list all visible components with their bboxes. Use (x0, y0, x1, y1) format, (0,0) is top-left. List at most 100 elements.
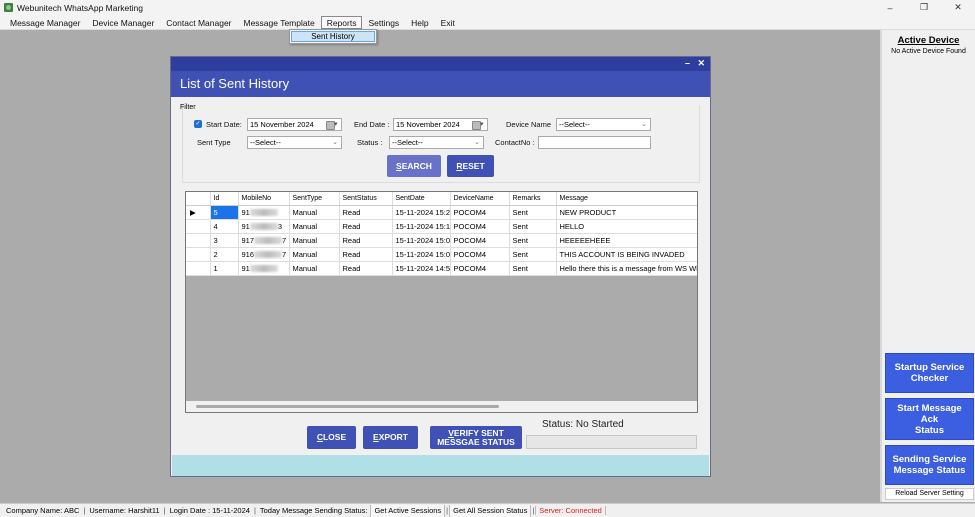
dialog-close-icon[interactable]: ✕ (697, 58, 705, 69)
cell-mobileno[interactable]: 91 (238, 205, 290, 220)
cell-message[interactable]: NEW PRODUCT (556, 205, 697, 220)
menu-item-sent-history[interactable]: Sent History (291, 31, 375, 42)
cell-message[interactable]: THIS ACCOUNT IS BEING INVADED (556, 247, 697, 262)
menu-help[interactable]: Help (405, 16, 434, 29)
cell-remarks[interactable]: Sent (509, 233, 557, 248)
cell-senttype[interactable]: Manual (289, 261, 340, 276)
table-row[interactable]: 2 916 7 Manual Read 15-11-2024 15:06 POCOM4 Sen… (186, 247, 697, 262)
cell-mobileno[interactable]: 917 7 (238, 233, 290, 248)
cell-devicename[interactable]: POCOM4 (450, 247, 510, 262)
cell-id[interactable]: 5 (210, 205, 239, 220)
cell-message[interactable]: HEEEEEHEEE (556, 233, 697, 248)
column-header-devicename[interactable]: DeviceName (450, 192, 510, 206)
cell-devicename[interactable]: POCOM4 (450, 205, 510, 220)
column-header-sentdate[interactable]: SentDate (392, 192, 451, 206)
cell-id[interactable]: 4 (210, 219, 239, 234)
search-button[interactable]: SEARCH (387, 155, 441, 177)
cell-message[interactable]: HELLO (556, 219, 697, 234)
cell-remarks[interactable]: Sent (509, 261, 557, 276)
cell-senttype[interactable]: Manual (289, 233, 340, 248)
cell-remarks[interactable]: Sent (509, 205, 557, 220)
cell-devicename[interactable]: POCOM4 (450, 261, 510, 276)
table-row[interactable]: 1 91 Manual Read 15-11-2024 14:59 POCOM4 Sent H… (186, 261, 697, 276)
row-header[interactable]: ▶ (186, 205, 211, 220)
cell-senttype[interactable]: Manual (289, 219, 340, 234)
start-message-ack-status-button[interactable]: Start Message Ack Status (885, 398, 974, 440)
horizontal-scrollbar[interactable] (186, 401, 697, 412)
cell-id[interactable]: 2 (210, 247, 239, 262)
table-row[interactable]: ▶ 5 91 Manual Read 15-11-2024 15:21 POCOM4 Sent… (186, 205, 697, 220)
get-active-sessions-button[interactable]: Get Active Sessions (370, 504, 446, 517)
dialog-minimize-button[interactable]: – (685, 58, 690, 68)
verify-sent-message-status-button[interactable]: VERIFY SENT MESSGAE STATUS (430, 426, 522, 449)
cell-mobileno[interactable]: 916 7 (238, 247, 290, 262)
end-date-picker[interactable]: 15 November 2024 (393, 118, 488, 131)
reload-server-setting-button[interactable]: Reload Server Setting (885, 488, 974, 500)
export-button[interactable]: EXPORT (363, 426, 418, 449)
app-title: Webunitech WhatsApp Marketing (17, 2, 143, 13)
cell-sentstatus[interactable]: Read (339, 261, 393, 276)
menu-message-template[interactable]: Message Template (238, 16, 321, 29)
cell-devicename[interactable]: POCOM4 (450, 219, 510, 234)
column-header-senttype[interactable]: SentType (289, 192, 340, 206)
row-header[interactable] (186, 261, 211, 276)
table-row[interactable]: 3 917 7 Manual Read 15-11-2024 15:09 POCOM4 Sen… (186, 233, 697, 248)
row-header[interactable] (186, 219, 211, 234)
get-all-session-status-button[interactable]: Get All Session Status (449, 504, 532, 517)
start-date-checkbox[interactable]: ✓ (194, 120, 202, 128)
cell-senttype[interactable]: Manual (289, 247, 340, 262)
cell-remarks[interactable]: Sent (509, 219, 557, 234)
cell-sentdate[interactable]: 15-11-2024 15:11 (392, 219, 451, 234)
table-row[interactable]: 4 91 3 Manual Read 15-11-2024 15:11 POCOM4 Sent… (186, 219, 697, 234)
column-header-id[interactable]: Id (210, 192, 239, 206)
cell-mobileno[interactable]: 91 3 (238, 219, 290, 234)
close-window-button[interactable]: ✕ (941, 0, 975, 15)
device-name-select[interactable]: --Select-- ⌄ (556, 118, 651, 131)
status-select[interactable]: --Select-- ⌄ (389, 136, 484, 149)
row-header[interactable] (186, 247, 211, 262)
cell-sentdate[interactable]: 15-11-2024 15:06 (392, 247, 451, 262)
reset-button[interactable]: RESET (447, 155, 494, 177)
status-text: Status: No Started (542, 419, 624, 430)
cell-sentstatus[interactable]: Read (339, 219, 393, 234)
cell-sentdate[interactable]: 15-11-2024 15:09 (392, 233, 451, 248)
menu-reports[interactable]: Reports (320, 15, 363, 29)
cell-message[interactable]: Hello there this is a message from WS Wh… (556, 261, 697, 276)
menu-contact-manager[interactable]: Contact Manager (160, 16, 237, 29)
grid-header-row: Id MobileNo SentType SentStatus SentDate… (186, 192, 697, 206)
minimize-button[interactable]: – (873, 0, 907, 15)
maximize-button[interactable]: ❐ (907, 0, 941, 15)
cell-sentstatus[interactable]: Read (339, 233, 393, 248)
menu-settings[interactable]: Settings (362, 16, 405, 29)
cell-id[interactable]: 1 (210, 261, 239, 276)
row-header[interactable] (186, 233, 211, 248)
cell-devicename[interactable]: POCOM4 (450, 233, 510, 248)
cell-remarks[interactable]: Sent (509, 247, 557, 262)
chevron-down-icon: ⌄ (641, 121, 647, 128)
start-date-picker[interactable]: 15 November 2024 (247, 118, 342, 131)
menu-exit[interactable]: Exit (435, 16, 461, 29)
app-logo-icon (4, 3, 13, 12)
cell-sentdate[interactable]: 15-11-2024 15:21 (392, 205, 451, 220)
column-header-sentstatus[interactable]: SentStatus (339, 192, 393, 206)
cell-mobileno[interactable]: 91 (238, 261, 290, 276)
column-header-mobileno[interactable]: MobileNo (238, 192, 290, 206)
cell-sentdate[interactable]: 15-11-2024 14:59 (392, 261, 451, 276)
startup-service-checker-button[interactable]: Startup Service Checker (885, 353, 974, 393)
scrollbar-thumb[interactable] (196, 405, 499, 408)
column-header-remarks[interactable]: Remarks (509, 192, 557, 206)
cell-sentstatus[interactable]: Read (339, 205, 393, 220)
menu-message-manager[interactable]: Message Manager (4, 16, 86, 29)
cell-senttype[interactable]: Manual (289, 205, 340, 220)
sent-history-grid[interactable]: Id MobileNo SentType SentStatus SentDate… (185, 191, 698, 413)
contact-no-input[interactable] (538, 136, 651, 149)
cell-id[interactable]: 3 (210, 233, 239, 248)
mobile-prefix: 917 (241, 235, 255, 245)
close-button[interactable]: CLOSE (307, 426, 356, 449)
cell-sentstatus[interactable]: Read (339, 247, 393, 262)
column-header-message[interactable]: Message (556, 192, 697, 206)
sending-service-message-status-button[interactable]: Sending Service Message Status (885, 445, 974, 485)
menu-device-manager[interactable]: Device Manager (86, 16, 160, 29)
sent-type-select[interactable]: --Select-- ⌄ (247, 136, 342, 149)
active-device-panel: Active Device No Active Device Found Sta… (880, 30, 975, 502)
